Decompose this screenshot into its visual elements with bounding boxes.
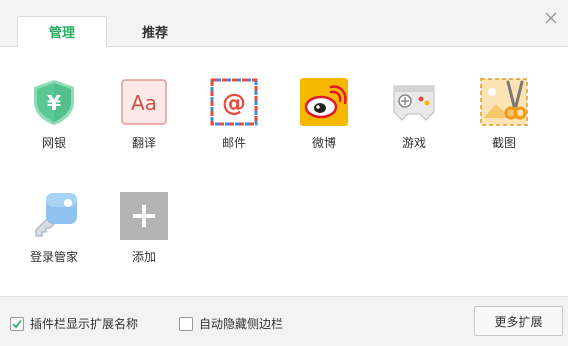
tab-manage[interactable]: 管理	[17, 16, 107, 47]
checkbox-box[interactable]	[179, 316, 193, 331]
extension-label: 登录管家	[29, 250, 78, 264]
extension-add[interactable]: 添加	[104, 192, 184, 265]
extension-screenshot[interactable]: 截图	[464, 78, 544, 151]
login-key-icon	[30, 192, 78, 240]
extension-login-manager[interactable]: 登录管家	[14, 192, 94, 265]
auto-hide-checkbox[interactable]: 自动隐藏侧边栏	[179, 315, 283, 332]
footer-bar: 插件栏显示扩展名称 自动隐藏侧边栏 更多扩展	[0, 296, 568, 346]
screenshot-scissors-icon	[480, 78, 528, 126]
extension-label: 添加	[131, 250, 156, 264]
auto-hide-label: 自动隐藏侧边栏	[199, 317, 284, 331]
show-names-label: 插件栏显示扩展名称	[30, 317, 139, 331]
extension-label: 翻译	[131, 136, 156, 150]
extension-translate[interactable]: Aa 翻译	[104, 78, 184, 151]
extension-label: 截图	[491, 136, 516, 150]
bank-shield-icon: ¥	[30, 78, 78, 126]
weibo-icon	[300, 78, 348, 126]
translate-glyph: Aa	[131, 91, 157, 115]
mail-icon: @	[210, 78, 258, 126]
translate-icon: Aa	[120, 78, 168, 126]
extension-mail[interactable]: @ 邮件	[194, 78, 274, 151]
extension-weibo[interactable]: 微博	[284, 78, 364, 151]
extension-label: 游戏	[401, 136, 426, 150]
header-bar: 管理 推荐	[0, 0, 568, 47]
close-icon[interactable]	[543, 10, 559, 26]
extension-label: 微博	[311, 136, 336, 150]
gamepad-icon	[390, 78, 438, 126]
extension-label: 网银	[41, 136, 66, 150]
tab-recommend[interactable]: 推荐	[110, 16, 200, 46]
extension-label: 邮件	[221, 136, 246, 150]
bank-glyph: ¥	[47, 91, 61, 115]
check-icon	[12, 319, 22, 328]
mail-glyph: @	[222, 89, 246, 117]
extension-game[interactable]: 游戏	[374, 78, 454, 151]
checkbox-box[interactable]	[10, 316, 24, 331]
more-extensions-button[interactable]: 更多扩展	[474, 306, 563, 336]
add-icon	[120, 192, 168, 240]
show-names-checkbox[interactable]: 插件栏显示扩展名称	[10, 315, 138, 332]
extension-bank[interactable]: ¥ 网银	[14, 78, 94, 151]
